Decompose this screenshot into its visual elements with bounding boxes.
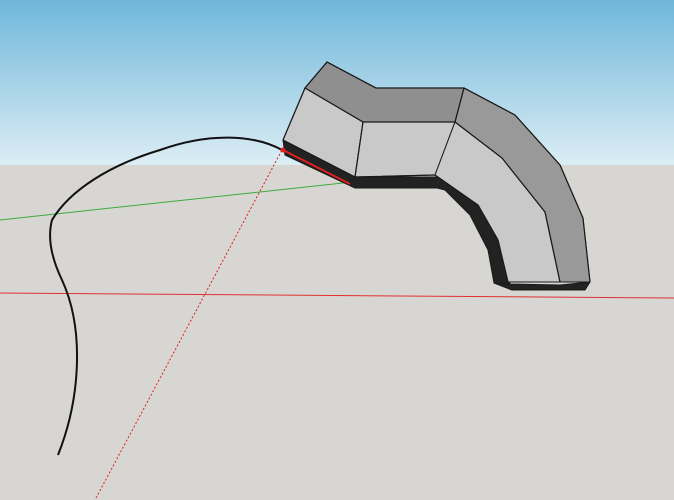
inference-endpoint-marker	[280, 147, 286, 153]
modeling-viewport[interactable]	[0, 0, 674, 500]
red-inference-dotted-line	[95, 149, 283, 499]
follow-me-path-curve	[49, 136, 283, 456]
green-axis-line	[0, 181, 353, 221]
extruded-elbow-solid[interactable]	[282, 61, 591, 291]
scene-canvas[interactable]	[0, 0, 674, 500]
red-axis-line	[0, 292, 674, 299]
